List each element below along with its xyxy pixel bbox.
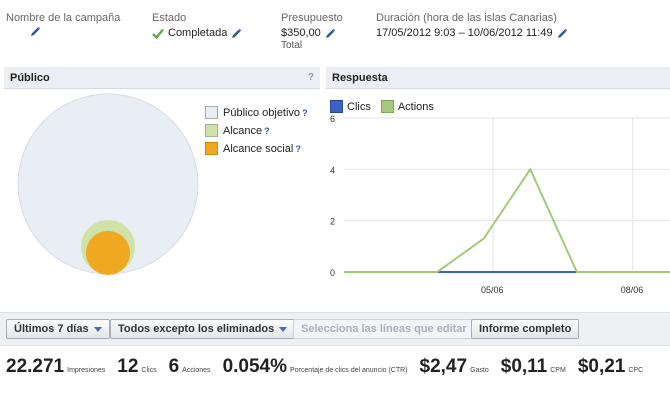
reach-label: Alcance xyxy=(223,124,263,137)
clicks-label: Clics xyxy=(141,367,157,374)
social-reach-label: Alcance social xyxy=(223,142,294,155)
chevron-down-icon xyxy=(279,326,288,332)
clicks-value: 12 xyxy=(117,356,139,377)
status-label: Estado xyxy=(152,12,187,24)
period-dropdown-label: Últimos 7 días xyxy=(14,323,89,335)
actions-label: Acciones xyxy=(182,367,211,374)
social-reach-circle xyxy=(86,231,130,275)
audience-panel-header: Público ? xyxy=(4,67,320,89)
campaign-name-column: Nombre de la campaña xyxy=(6,12,120,37)
report-toolbar: Últimos 7 días Todos excepto los elimina… xyxy=(0,312,670,346)
spend-label: Gasto xyxy=(470,367,489,374)
full-report-label: Informe completo xyxy=(479,323,572,335)
x-tick-label: 05/06 xyxy=(481,285,504,295)
edit-budget-pencil-icon[interactable] xyxy=(325,28,336,39)
response-panel-title: Respuesta xyxy=(332,72,388,84)
cpc-label: CPC xyxy=(628,367,644,374)
ctr-label: Porcentaje de clics del anuncio (CTR) xyxy=(290,367,408,374)
campaign-header: Nombre de la campaña Estado Completada P… xyxy=(0,0,670,60)
audience-circles xyxy=(17,93,199,275)
edit-campaign-name-pencil-icon[interactable] xyxy=(30,26,41,37)
ctr-value: 0.054% xyxy=(222,356,288,377)
status-column: Estado Completada xyxy=(152,12,242,40)
impressions-label: Impresiones xyxy=(67,367,106,374)
duration-value: 17/05/2012 9:03 – 10/06/2012 11:49 xyxy=(376,27,553,39)
period-dropdown[interactable]: Últimos 7 días xyxy=(6,319,110,339)
chevron-down-icon xyxy=(93,326,102,332)
full-report-button[interactable]: Informe completo xyxy=(471,319,580,339)
legend-target-audience: Público objetivo ? xyxy=(205,106,308,119)
spend-value: $2,47 xyxy=(419,356,468,377)
actions-value: 6 xyxy=(168,356,180,377)
select-lines-button[interactable]: Selecciona las líneas que editar xyxy=(293,319,475,339)
cpc-value: $0,21 xyxy=(577,356,626,377)
actions-legend-label: Actions xyxy=(397,100,434,113)
select-lines-label: Selecciona las líneas que editar xyxy=(301,323,467,335)
social-reach-help-icon[interactable]: ? xyxy=(295,144,301,154)
y-tick-label: 4 xyxy=(330,165,335,175)
target-audience-help-icon[interactable]: ? xyxy=(302,108,308,118)
status-value: Completada xyxy=(168,27,228,39)
duration-label: Duración (hora de las islas Canarias) xyxy=(376,12,557,24)
response-chart: 0 2 4 6 05/06 08/06 xyxy=(330,114,670,295)
target-audience-swatch xyxy=(205,106,218,119)
summary-stats: 22.271 Impresiones 12 Clics 6 Acciones 0… xyxy=(6,356,670,382)
legend-reach: Alcance ? xyxy=(205,124,270,137)
check-icon xyxy=(152,28,164,39)
filter-dropdown-label: Todos excepto los eliminados xyxy=(118,323,275,335)
reach-swatch xyxy=(205,124,218,137)
audience-panel-title: Público xyxy=(10,72,50,84)
edit-duration-pencil-icon[interactable] xyxy=(557,28,568,39)
x-tick-label: 08/06 xyxy=(621,285,644,295)
campaign-name-label: Nombre de la campaña xyxy=(6,12,121,24)
duration-column: Duración (hora de las islas Canarias) 17… xyxy=(376,12,568,40)
legend-social-reach: Alcance social ? xyxy=(205,142,301,155)
target-audience-label: Público objetivo xyxy=(223,106,301,119)
cpm-value: $0,11 xyxy=(500,356,548,377)
impressions-value: 22.271 xyxy=(6,356,65,377)
response-panel-header: Respuesta xyxy=(326,67,670,89)
social-reach-swatch xyxy=(205,142,218,155)
budget-value: $350,00 xyxy=(281,27,321,39)
clicks-legend-label: Clics xyxy=(347,100,371,113)
budget-type: Total xyxy=(281,40,303,51)
audience-help-icon[interactable]: ? xyxy=(308,72,314,83)
edit-status-pencil-icon[interactable] xyxy=(231,28,242,39)
budget-label: Presupuesto xyxy=(281,12,343,24)
reach-help-icon[interactable]: ? xyxy=(264,126,270,136)
y-tick-label: 2 xyxy=(330,217,335,227)
y-tick-label: 6 xyxy=(330,114,335,124)
cpm-label: CPM xyxy=(550,367,566,374)
budget-column: Presupuesto $350,00 Total xyxy=(281,12,343,51)
y-tick-label: 0 xyxy=(330,268,335,278)
filter-dropdown[interactable]: Todos excepto los eliminados xyxy=(110,319,296,339)
